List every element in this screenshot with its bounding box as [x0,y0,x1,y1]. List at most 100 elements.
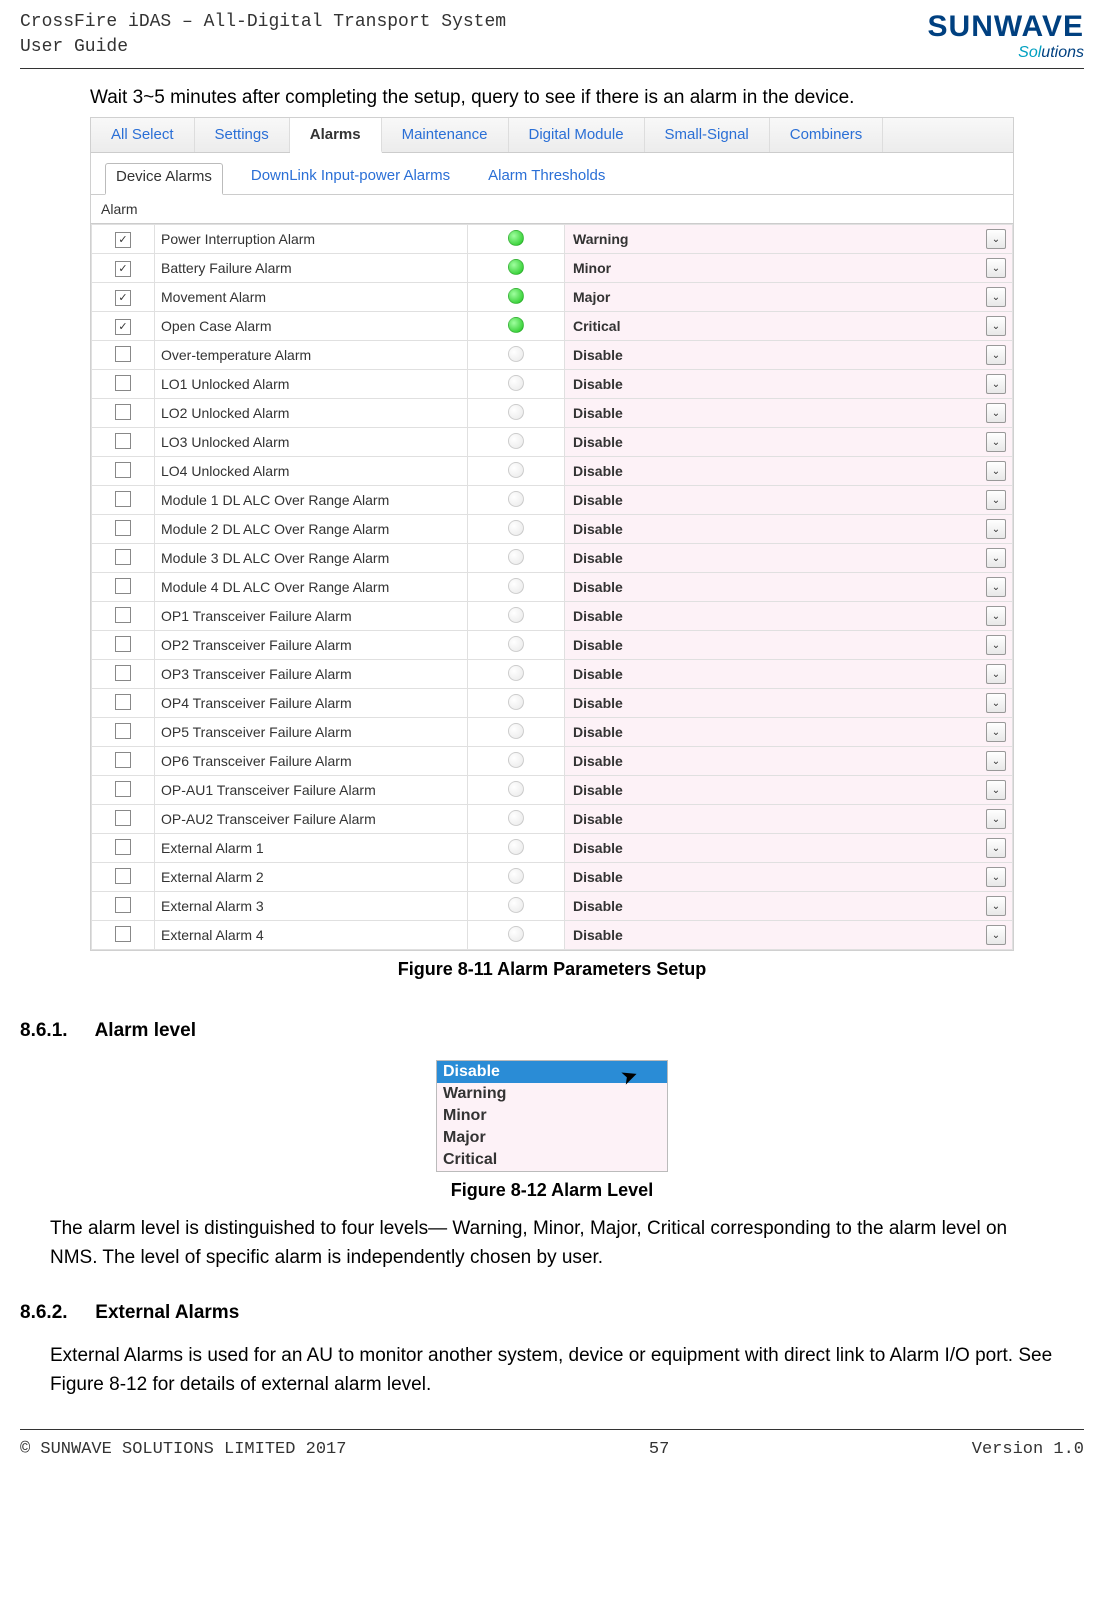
alarm-enable-checkbox[interactable] [115,897,131,913]
tab-alarms[interactable]: Alarms [290,118,382,153]
alarm-level-select[interactable]: Disable⌄ [565,457,1013,486]
alarm-enable-checkbox[interactable] [115,694,131,710]
alarm-level-select[interactable]: Disable⌄ [565,486,1013,515]
alarm-name: LO1 Unlocked Alarm [155,370,468,399]
alarm-enable-checkbox[interactable] [115,578,131,594]
alarm-level-select[interactable]: Disable⌄ [565,892,1013,921]
footer-copyright: © SUNWAVE SOLUTIONS LIMITED 2017 [20,1440,346,1459]
alarm-led-cell [468,921,565,950]
alarm-level-select[interactable]: Disable⌄ [565,689,1013,718]
alarm-enable-checkbox[interactable] [115,752,131,768]
tab-settings[interactable]: Settings [195,118,290,152]
status-led-icon [508,375,524,391]
alarm-enable-checkbox[interactable] [115,433,131,449]
status-led-icon [508,491,524,507]
alarm-level-select[interactable]: Disable⌄ [565,631,1013,660]
alarm-level-select[interactable]: Disable⌄ [565,718,1013,747]
dropdown-option-major[interactable]: Major [437,1127,667,1149]
alarm-enable-checkbox[interactable] [115,462,131,478]
table-row: OP1 Transceiver Failure AlarmDisable⌄ [92,602,1013,631]
dropdown-option-minor[interactable]: Minor [437,1105,667,1127]
alarm-enable-checkbox[interactable] [115,375,131,391]
chevron-down-icon: ⌄ [986,374,1006,394]
brand-logo-main: SUNWAVE [928,12,1084,42]
alarm-level-select[interactable]: Major⌄ [565,283,1013,312]
alarm-led-cell [468,892,565,921]
tab-maintenance[interactable]: Maintenance [382,118,509,152]
alarm-level-select[interactable]: Disable⌄ [565,341,1013,370]
alarm-level-value: Disable [571,492,623,508]
tab-combiners[interactable]: Combiners [770,118,884,152]
tab-small-signal[interactable]: Small-Signal [645,118,770,152]
alarm-level-select[interactable]: Disable⌄ [565,515,1013,544]
alarm-enable-checkbox[interactable] [115,926,131,942]
alarm-enable-checkbox[interactable] [115,346,131,362]
alarm-checkbox-cell [92,834,155,863]
table-row: OP5 Transceiver Failure AlarmDisable⌄ [92,718,1013,747]
alarm-level-select[interactable]: Disable⌄ [565,660,1013,689]
alarm-enable-checkbox[interactable] [115,665,131,681]
alarm-level-select[interactable]: Disable⌄ [565,805,1013,834]
alarm-led-cell [468,515,565,544]
alarm-level-select[interactable]: Disable⌄ [565,399,1013,428]
alarm-enable-checkbox[interactable] [115,636,131,652]
alarm-level-select[interactable]: Warning⌄ [565,225,1013,254]
alarm-level-select[interactable]: Disable⌄ [565,747,1013,776]
dropdown-option-warning[interactable]: Warning [437,1083,667,1105]
alarm-level-select[interactable]: Disable⌄ [565,544,1013,573]
alarm-level-select[interactable]: Disable⌄ [565,602,1013,631]
alarm-enable-checkbox[interactable] [115,520,131,536]
alarm-enable-checkbox[interactable] [115,404,131,420]
alarm-enable-checkbox[interactable] [115,839,131,855]
alarm-enable-checkbox[interactable] [115,261,131,277]
alarm-level-select[interactable]: Disable⌄ [565,428,1013,457]
chevron-down-icon: ⌄ [986,548,1006,568]
alarm-checkbox-cell [92,863,155,892]
alarm-enable-checkbox[interactable] [115,290,131,306]
tab-all-select[interactable]: All Select [91,118,195,152]
status-led-icon [508,897,524,913]
alarm-enable-checkbox[interactable] [115,549,131,565]
alarm-level-select[interactable]: Disable⌄ [565,776,1013,805]
dropdown-option-critical[interactable]: Critical [437,1149,667,1171]
status-led-icon [508,549,524,565]
alarm-checkbox-cell [92,660,155,689]
subtab-downlink[interactable]: DownLink Input-power Alarms [241,163,460,188]
tab-digital-module[interactable]: Digital Module [509,118,645,152]
alarm-enable-checkbox[interactable] [115,607,131,623]
alarm-level-select[interactable]: Disable ⌄ [565,921,1013,950]
alarm-level-select[interactable]: Critical⌄ [565,312,1013,341]
alarm-name: LO2 Unlocked Alarm [155,399,468,428]
alarm-led-cell [468,370,565,399]
alarm-section-label: Alarm [91,195,1013,224]
table-row: External Alarm 2Disable⌄ [92,863,1013,892]
alarm-level-value: Disable [571,376,623,392]
alarm-level-select[interactable]: Disable ⌄ [565,370,1013,399]
alarm-enable-checkbox[interactable] [115,810,131,826]
subtab-thresholds[interactable]: Alarm Thresholds [478,163,615,188]
alarm-led-cell [468,863,565,892]
alarm-enable-checkbox[interactable] [115,723,131,739]
alarm-level-select[interactable]: Disable⌄ [565,573,1013,602]
alarm-checkbox-cell [92,312,155,341]
alarm-level-value: Disable [571,927,623,943]
intro-paragraph: Wait 3~5 minutes after completing the se… [90,87,1084,109]
table-row: Open Case AlarmCritical⌄ [92,312,1013,341]
chevron-down-icon: ⌄ [986,925,1006,945]
alarm-name: Module 4 DL ALC Over Range Alarm [155,573,468,602]
alarm-enable-checkbox[interactable] [115,781,131,797]
alarm-checkbox-cell [92,921,155,950]
alarm-level-select[interactable]: Disable⌄ [565,834,1013,863]
alarm-level-select[interactable]: Disable⌄ [565,863,1013,892]
alarm-level-select[interactable]: Minor⌄ [565,254,1013,283]
table-row: OP-AU1 Transceiver Failure AlarmDisable⌄ [92,776,1013,805]
alarm-enable-checkbox[interactable] [115,491,131,507]
status-led-icon [508,433,524,449]
alarm-enable-checkbox[interactable] [115,319,131,335]
subtab-device-alarms[interactable]: Device Alarms [105,163,223,195]
dropdown-option-disable[interactable]: Disable ➤ [437,1061,667,1083]
alarm-level-value: Disable [571,782,623,798]
alarm-enable-checkbox[interactable] [115,232,131,248]
alarm-enable-checkbox[interactable] [115,868,131,884]
section-8-6-1-title: Alarm level [95,1020,196,1041]
